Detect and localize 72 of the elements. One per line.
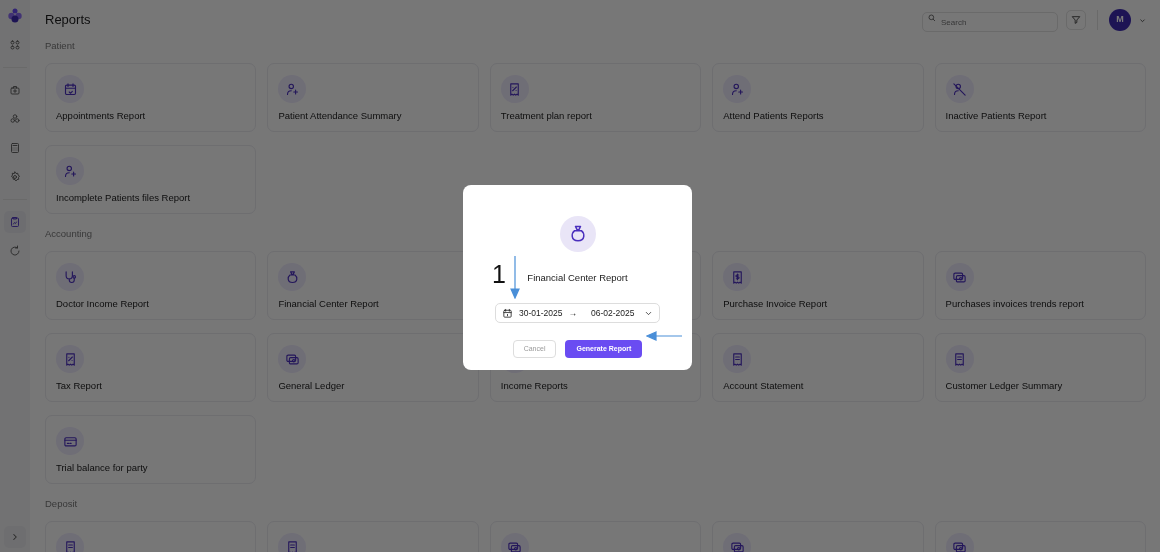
report-card[interactable]: General Ledger xyxy=(267,333,479,402)
report-card[interactable]: Tax Report xyxy=(45,333,257,402)
report-card[interactable]: Customer Ledger Summary xyxy=(934,333,1146,402)
receipt-icon xyxy=(723,263,752,291)
report-title: General Ledger xyxy=(278,380,346,392)
report-title: Financial Center Report xyxy=(278,298,380,310)
report-card[interactable]: Purchase Invoice Report xyxy=(712,251,924,320)
cash-icon xyxy=(723,533,752,552)
user-off-icon xyxy=(945,75,974,103)
report-title: Incomplete Patients files Report xyxy=(56,192,192,204)
credit-card-icon xyxy=(56,427,84,455)
clipboard-icon xyxy=(9,216,21,228)
refresh-icon xyxy=(9,245,21,257)
report-card[interactable]: Patient Attendance Summary xyxy=(267,63,479,132)
annotation-arrow xyxy=(510,256,520,299)
report-title: Purchase Invoice Report xyxy=(723,298,829,310)
report-card[interactable]: Inactive Patients Report xyxy=(934,63,1146,132)
report-title: Purchases invoices trends report xyxy=(945,298,1085,310)
report-title: Patient Attendance Summary xyxy=(278,110,403,122)
report-title: Income Reports xyxy=(500,380,569,392)
document-icon xyxy=(945,345,974,373)
report-title: Tax Report xyxy=(56,380,103,392)
report-title: Account Statement xyxy=(723,380,805,392)
expand-sidebar-button[interactable] xyxy=(4,526,26,548)
report-title: Customer Ledger Summary xyxy=(945,380,1064,392)
user-plus-icon xyxy=(56,157,84,185)
annotation-arrow xyxy=(646,331,682,341)
cash-icon xyxy=(945,263,974,291)
user-avatar[interactable]: M xyxy=(1109,9,1131,31)
receipt-icon xyxy=(56,345,84,373)
sidebar-clipboard-button[interactable] xyxy=(4,211,26,233)
report-card[interactable]: Appointments Report xyxy=(45,63,257,132)
report-title: Attend Patients Reports xyxy=(723,110,825,122)
user-plus-icon xyxy=(723,75,752,103)
report-card[interactable]: Doctor Income Report xyxy=(45,251,257,320)
report-card[interactable]: Incomplete Patients files Report xyxy=(45,145,257,214)
report-title: Inactive Patients Report xyxy=(945,110,1048,122)
annotation-number: 1 xyxy=(492,261,506,287)
money-bag-icon xyxy=(559,216,596,252)
medical-kit-icon xyxy=(9,84,21,96)
report-card[interactable]: Treatment plan report xyxy=(489,63,702,132)
dialog-title: Financial Center Report xyxy=(527,272,628,284)
stethoscope-icon xyxy=(56,263,84,291)
report-card[interactable]: Purchases invoices trends report xyxy=(934,251,1146,320)
report-card[interactable]: Account Statement xyxy=(712,333,924,402)
page-title: Reports xyxy=(45,12,91,28)
calendar-icon xyxy=(502,307,513,319)
report-title: Trial balance for party xyxy=(56,462,149,474)
cash-icon xyxy=(945,533,974,552)
report-title: Doctor Income Report xyxy=(56,298,150,310)
document-icon xyxy=(723,345,752,373)
money-bag-icon xyxy=(278,263,307,291)
cash-icon xyxy=(500,533,529,552)
cubes-icon xyxy=(9,113,21,125)
report-card[interactable]: Attend Patients Reports xyxy=(712,63,924,132)
filter-button[interactable] xyxy=(1066,10,1086,30)
section-title: Deposit xyxy=(45,498,79,510)
receipt-icon xyxy=(500,75,529,103)
calculator-icon xyxy=(9,142,21,154)
date-range-field[interactable]: 30-01-2025 → 06-02-2025 xyxy=(495,303,660,323)
filter-icon xyxy=(1071,15,1081,25)
section-title: Patient xyxy=(45,40,76,52)
report-title: Appointments Report xyxy=(56,110,147,122)
document-icon xyxy=(278,533,307,552)
calendar-icon xyxy=(56,75,84,103)
user-plus-icon xyxy=(278,75,307,103)
settings-icon xyxy=(9,171,21,183)
report-card[interactable]: Trial balance for party xyxy=(45,415,257,484)
chevron-right-icon xyxy=(10,532,20,542)
report-title: Treatment plan report xyxy=(500,110,593,122)
cash-icon xyxy=(278,345,307,373)
grid-icon xyxy=(9,39,21,51)
